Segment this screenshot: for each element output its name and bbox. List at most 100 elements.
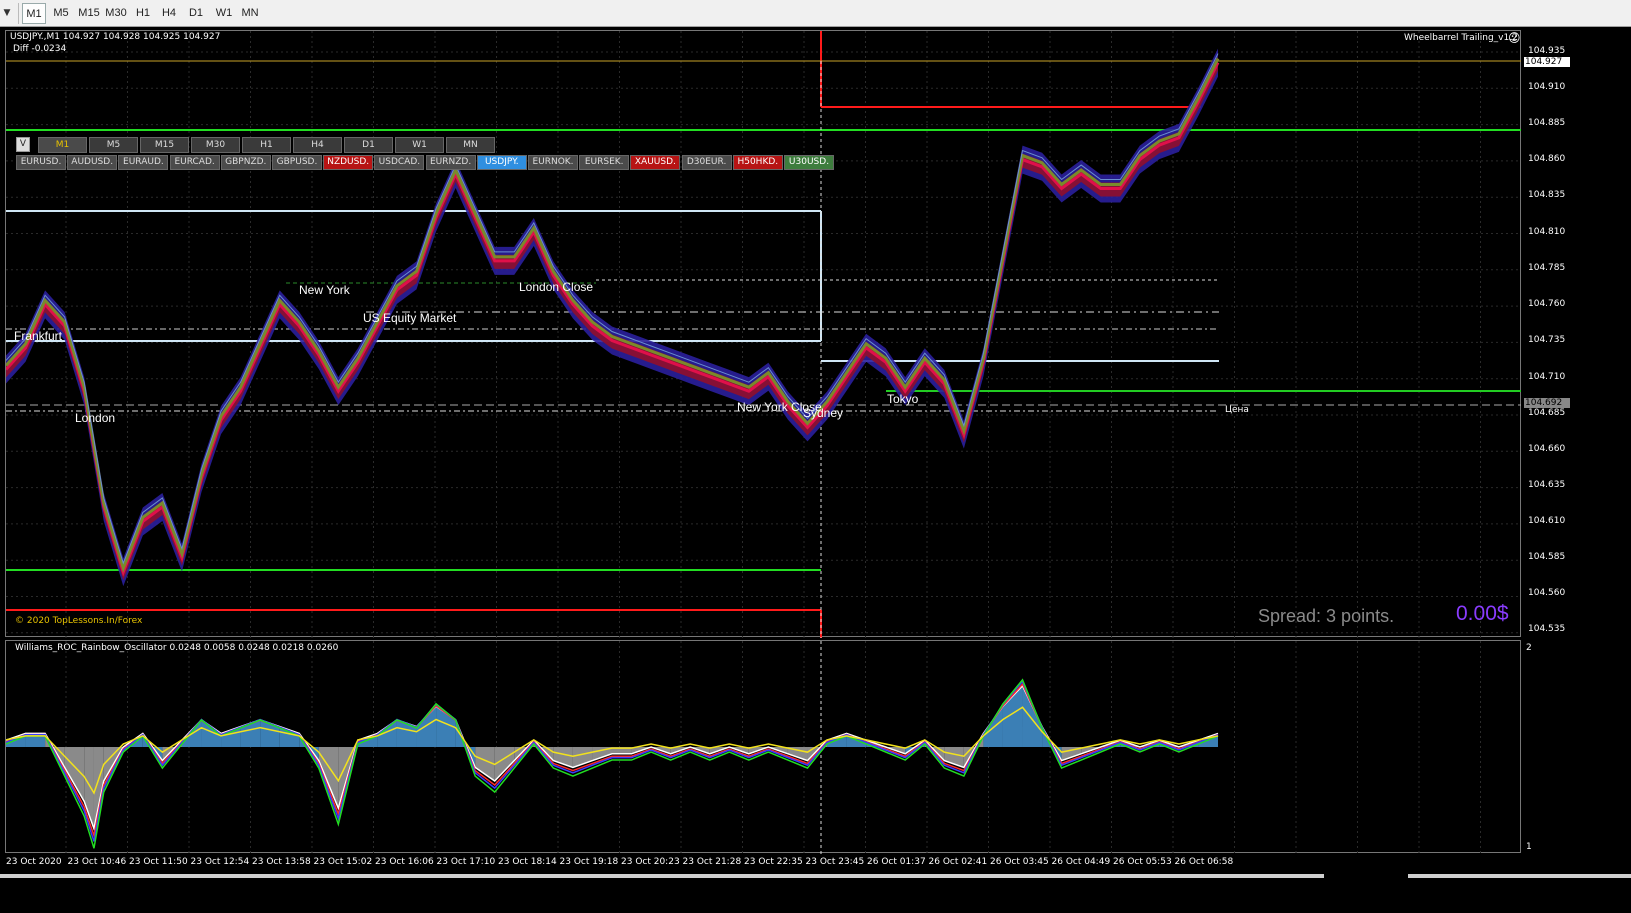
toolbar-separator bbox=[18, 3, 19, 24]
symbol-button-eurcad[interactable]: EURCAD. bbox=[169, 155, 220, 170]
panel-tf-button-m15[interactable]: M15 bbox=[140, 137, 189, 153]
symbol-button-d30eur[interactable]: D30EUR. bbox=[681, 155, 732, 170]
price-chart[interactable] bbox=[4, 30, 1522, 638]
symbol-button-eursek[interactable]: EURSEK. bbox=[579, 155, 630, 170]
chart-tabs-bar[interactable] bbox=[0, 874, 1324, 878]
oscillator-chart[interactable] bbox=[5, 640, 1521, 854]
time-tick-label: 23 Oct 13:58 bbox=[252, 857, 311, 867]
time-tick-label: 23 Oct 2020 bbox=[6, 857, 62, 867]
session-sydney: Sydney bbox=[803, 406, 844, 420]
time-tick-label: 26 Oct 03:45 bbox=[990, 857, 1049, 867]
toolbar-dropdown-icon[interactable]: ▼ bbox=[0, 2, 14, 24]
panel-tf-button-mn[interactable]: MN bbox=[446, 137, 495, 153]
price-tick-label: 104.735 bbox=[1528, 335, 1566, 345]
time-tick-label: 23 Oct 18:14 bbox=[498, 857, 557, 867]
tf-button-mn[interactable]: MN bbox=[238, 3, 262, 24]
symbol-button-xauusd[interactable]: XAUUSD. bbox=[630, 155, 681, 170]
profit-text: 0.00$ bbox=[1456, 602, 1509, 625]
time-tick-label: 23 Oct 16:06 bbox=[375, 857, 434, 867]
expert-advisor-label: Wheelbarrel Trailing_v1.2 bbox=[1404, 33, 1518, 43]
tf-button-h1[interactable]: H1 bbox=[131, 3, 155, 24]
price-tick-label: 104.785 bbox=[1528, 263, 1566, 273]
time-tick-label: 23 Oct 21:28 bbox=[682, 857, 742, 867]
time-tick-label: 26 Oct 02:41 bbox=[928, 857, 988, 867]
osc-area-segment bbox=[983, 706, 1003, 747]
symbol-button-h50hkd[interactable]: H50HKD. bbox=[732, 155, 783, 170]
price-tick-label: 104.560 bbox=[1528, 588, 1566, 598]
price-tick-label: 104.835 bbox=[1528, 190, 1566, 200]
line-price-label: 104.692 bbox=[1524, 398, 1570, 408]
symbol-button-gbpnzd[interactable]: GBPNZD. bbox=[220, 155, 271, 170]
oscillator-series bbox=[5, 678, 1219, 849]
mt4-terminal: ▼ M1 M5 M15 M30 H1 H4 D1 W1 MN 104.935 1… bbox=[0, 0, 1631, 913]
symbol-button-eurnzd[interactable]: EURNZD. bbox=[425, 155, 476, 170]
panel-tf-button-d1[interactable]: D1 bbox=[344, 137, 393, 153]
osc-scale-bottom: 1 bbox=[1526, 842, 1532, 852]
tf-button-m15[interactable]: M15 bbox=[76, 3, 102, 24]
tf-button-m30[interactable]: M30 bbox=[103, 3, 129, 24]
symbol-info: USDJPY.,M1 104.927 104.928 104.925 104.9… bbox=[10, 32, 221, 42]
session-london: London bbox=[75, 411, 116, 425]
spread-text: Spread: 3 points. bbox=[1258, 606, 1395, 626]
time-tick-label: 23 Oct 23:45 bbox=[805, 857, 865, 867]
tf-button-h4[interactable]: H4 bbox=[157, 3, 181, 24]
rainbow-band-maroon bbox=[6, 56, 1218, 581]
symbol-button-eurusd[interactable]: EURUSD. bbox=[16, 155, 66, 170]
panel-tf-button-m1[interactable]: M1 bbox=[38, 137, 87, 153]
symbol-button-euraud[interactable]: EURAUD. bbox=[118, 155, 169, 170]
session-us-equity: US Equity Market bbox=[363, 311, 457, 325]
price-tick-label: 104.710 bbox=[1528, 372, 1566, 382]
price-tick-label: 104.810 bbox=[1528, 227, 1566, 237]
symbol-button-eurnok[interactable]: EURNOK. bbox=[528, 155, 578, 170]
price-tick-label: 104.610 bbox=[1528, 516, 1566, 526]
chart-tabs-bar-right[interactable] bbox=[1408, 874, 1631, 878]
price-axis bbox=[1521, 27, 1631, 853]
time-tick-label: 26 Oct 01:37 bbox=[867, 857, 926, 867]
symbol-button-usdcad[interactable]: USDCAD. bbox=[374, 155, 425, 170]
bottom-area bbox=[0, 874, 1631, 913]
osc-line-2 bbox=[5, 680, 1219, 842]
rainbow-line-olive bbox=[4, 57, 1220, 573]
time-tick-label: 23 Oct 11:50 bbox=[129, 857, 188, 867]
panel-tf-button-m30[interactable]: M30 bbox=[191, 137, 240, 153]
osc-scale-top: 2 bbox=[1526, 643, 1532, 653]
time-tick-label: 23 Oct 19:18 bbox=[559, 857, 619, 867]
symbol-button-audusd[interactable]: AUDUSD. bbox=[67, 155, 118, 170]
price-tick-label: 104.860 bbox=[1528, 154, 1566, 164]
panel-toggle-button[interactable]: V bbox=[16, 137, 30, 152]
current-price-label: 104.927 bbox=[1524, 57, 1570, 67]
symbol-button-gbpusd[interactable]: GBPUSD. bbox=[272, 155, 322, 170]
panel-tf-button-h4[interactable]: H4 bbox=[293, 137, 342, 153]
price-tick-label: 104.660 bbox=[1528, 444, 1566, 454]
price-tick-label: 104.685 bbox=[1528, 408, 1566, 418]
session-frankfurt: Frankfurt bbox=[14, 329, 63, 343]
symbol-button-nzdusd[interactable]: NZDUSD. bbox=[323, 155, 374, 170]
panel-tf-button-w1[interactable]: W1 bbox=[395, 137, 444, 153]
tf-button-m5[interactable]: M5 bbox=[48, 3, 74, 24]
time-tick-label: 23 Oct 12:54 bbox=[190, 857, 250, 867]
tf-button-d1[interactable]: D1 bbox=[184, 3, 208, 24]
osc-area-segment bbox=[1022, 685, 1043, 747]
tf-button-w1[interactable]: W1 bbox=[211, 3, 237, 24]
tf-button-m1[interactable]: M1 bbox=[22, 3, 46, 24]
price-tick-label: 104.535 bbox=[1528, 624, 1566, 634]
time-tick-label: 26 Oct 04:49 bbox=[1051, 857, 1111, 867]
symbol-button-usdjpy[interactable]: USDJPY. bbox=[476, 155, 527, 170]
price-tick-label: 104.760 bbox=[1528, 299, 1566, 309]
timeframe-toolbar: ▼ M1 M5 M15 M30 H1 H4 D1 W1 MN bbox=[0, 0, 1631, 27]
time-tick-label: 26 Oct 06:58 bbox=[1174, 857, 1234, 867]
smile-icon: ☺ bbox=[1508, 31, 1521, 45]
price-tick-label: 104.585 bbox=[1528, 552, 1566, 562]
panel-tf-button-h1[interactable]: H1 bbox=[242, 137, 291, 153]
session-london-close: London Close bbox=[519, 280, 594, 294]
time-tick-label: 23 Oct 10:46 bbox=[67, 857, 127, 867]
diff-info: Diff -0.0234 bbox=[13, 44, 67, 54]
session-new-york: New York bbox=[299, 283, 350, 297]
price-tick-label: 104.910 bbox=[1528, 82, 1566, 92]
panel-tf-button-m5[interactable]: M5 bbox=[89, 137, 138, 153]
symbol-button-u30usd[interactable]: U30USD. bbox=[784, 155, 834, 170]
time-tick-label: 23 Oct 22:35 bbox=[744, 857, 803, 867]
price-line-label: Цена bbox=[1225, 405, 1249, 415]
osc-area-segment bbox=[416, 706, 437, 747]
price-tick-label: 104.935 bbox=[1528, 46, 1566, 56]
